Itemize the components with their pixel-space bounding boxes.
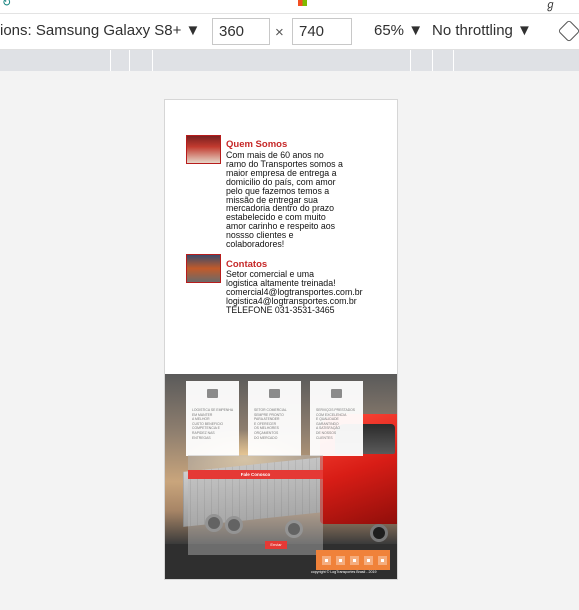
- viewport-height-input[interactable]: [292, 18, 352, 45]
- rotate-icon[interactable]: [557, 19, 579, 43]
- device-toolbar: ions: Samsung Galaxy S8+ ▼ × 65% ▼ No th…: [0, 14, 579, 50]
- contact-photo: [186, 254, 221, 283]
- card-text: SETOR COMERCIAL SEMPRE PRONTO PARA ATEND…: [254, 408, 287, 440]
- contact-form-title: Fale Conosco: [188, 470, 323, 479]
- refresh-arrow-icon[interactable]: ↻: [2, 0, 11, 9]
- media-query-bar[interactable]: [0, 50, 579, 71]
- card-text: SERVIÇOS PRESTADOS COM EXCELENCIA E QUAL…: [316, 408, 356, 440]
- device-viewport: Quem Somos Com mais de 60 anos no ramo d…: [164, 99, 398, 580]
- viewport-width-input[interactable]: [212, 18, 270, 45]
- section-title-quem-somos: Quem Somos: [226, 139, 288, 150]
- twitter-icon[interactable]: [336, 556, 345, 565]
- media-query-segment[interactable]: [129, 50, 130, 71]
- monitor-icon: [331, 389, 342, 398]
- youtube-icon[interactable]: [378, 556, 387, 565]
- section-text-contatos: Setor comercial e uma logistica altament…: [226, 270, 363, 315]
- media-query-segment[interactable]: [410, 50, 411, 71]
- copyright-text: copyright © LogTransportes Brasil - 2019: [311, 570, 377, 574]
- team-photo: [186, 135, 221, 164]
- card-text: LOGISTICA SE EMPENHA EM MANTER A MELHOR …: [192, 408, 234, 440]
- device-select[interactable]: ions: Samsung Galaxy S8+ ▼: [0, 22, 200, 39]
- service-card-comercial: SETOR COMERCIAL SEMPRE PRONTO PARA ATEND…: [248, 381, 301, 456]
- media-query-segment[interactable]: [152, 50, 153, 71]
- media-query-segment[interactable]: [110, 50, 111, 71]
- browser-tab-strip: ↻ ˘ ℊ: [0, 0, 579, 14]
- media-query-segment[interactable]: [432, 50, 433, 71]
- list-icon: [207, 389, 218, 398]
- send-button[interactable]: Enviar: [265, 541, 287, 549]
- phone-text: TELEFONE 031-3531-3465: [226, 304, 335, 315]
- text-line: colaboradores!: [226, 239, 285, 250]
- social-bar: [316, 550, 390, 570]
- briefcase-icon: [269, 389, 280, 398]
- extension-fragment-icon[interactable]: ℊ: [545, 0, 556, 12]
- linkedin-icon[interactable]: [364, 556, 373, 565]
- truck-wheel: [370, 524, 388, 542]
- facebook-icon[interactable]: [322, 556, 331, 565]
- zoom-select[interactable]: 65% ▼: [374, 22, 423, 39]
- instagram-icon[interactable]: [350, 556, 359, 565]
- dimension-separator: ×: [275, 24, 284, 41]
- section-text-quem-somos: Com mais de 60 anos no ramo do Transport…: [226, 151, 343, 249]
- throttling-select[interactable]: No throttling ▼: [432, 22, 532, 39]
- bookmark-fragment-icon: ˘: [319, 0, 323, 8]
- windows-logo-icon: [298, 0, 307, 6]
- service-card-logistica: LOGISTICA SE EMPENHA EM MANTER A MELHOR …: [186, 381, 239, 456]
- media-query-segment[interactable]: [453, 50, 454, 71]
- service-card-servicos: SERVIÇOS PRESTADOS COM EXCELENCIA E QUAL…: [310, 381, 363, 456]
